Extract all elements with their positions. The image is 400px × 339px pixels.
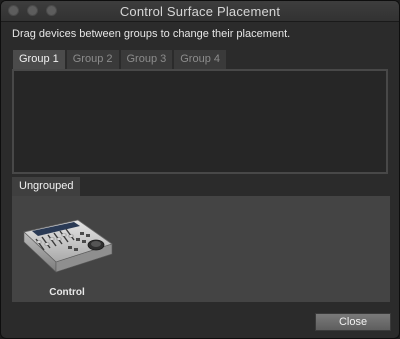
tab-group-1[interactable]: Group 1	[13, 50, 65, 69]
control-surface-placement-dialog: Control Surface Placement Drag devices b…	[0, 0, 400, 339]
title-bar[interactable]: Control Surface Placement	[1, 1, 399, 22]
tab-group-4[interactable]: Group 4	[174, 50, 226, 69]
ungrouped-tab[interactable]: Ungrouped	[12, 177, 81, 196]
device-label: Control	[49, 287, 85, 298]
device-item[interactable]: Control	[20, 214, 114, 298]
group-tabs: Group 1 Group 2 Group 3 Group 4	[13, 50, 226, 69]
instruction-text: Drag devices between groups to change th…	[12, 28, 291, 40]
group-drop-area[interactable]	[12, 69, 388, 174]
window-title: Control Surface Placement	[119, 4, 281, 19]
ungrouped-drop-area[interactable]: Control	[12, 196, 390, 302]
close-button[interactable]: Close	[315, 313, 391, 331]
mixing-console-icon	[23, 219, 113, 273]
tab-group-2[interactable]: Group 2	[66, 50, 119, 69]
tab-group-3[interactable]: Group 3	[120, 50, 173, 69]
